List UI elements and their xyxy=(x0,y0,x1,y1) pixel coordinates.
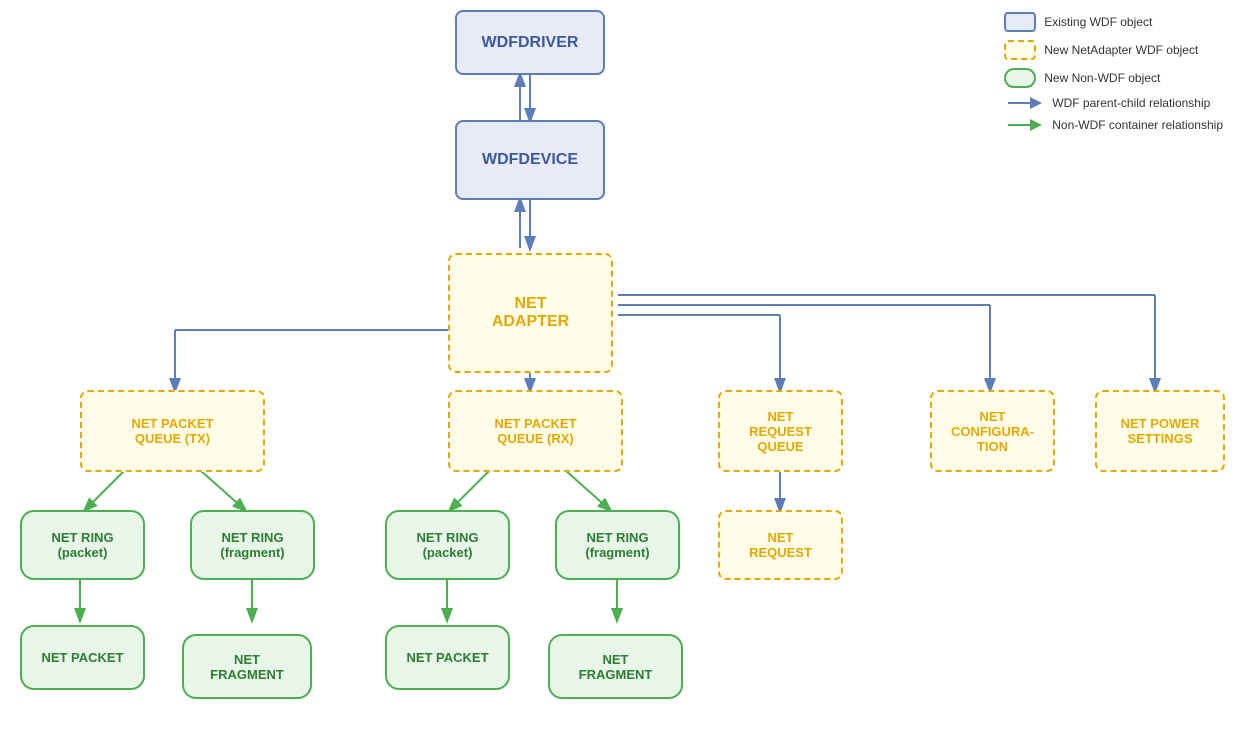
diagram-container: WDFDRIVER WDFDEVICE NET ADAPTER NET PACK… xyxy=(0,0,1243,739)
legend: Existing WDF object New NetAdapter WDF o… xyxy=(1004,12,1223,140)
node-wdfdriver: WDFDRIVER xyxy=(455,10,605,75)
node-net-ring-fragment-tx: NET RING (fragment) xyxy=(190,510,315,580)
legend-item-wdf: Existing WDF object xyxy=(1004,12,1223,32)
node-net-power-settings: NET POWER SETTINGS xyxy=(1095,390,1225,472)
node-net-packet-queue-tx: NET PACKET QUEUE (TX) xyxy=(80,390,265,472)
node-wdfdevice: WDFDEVICE xyxy=(455,120,605,200)
legend-label-nonwdf: New Non-WDF object xyxy=(1044,71,1160,85)
legend-item-arrow-wdf: WDF parent-child relationship xyxy=(1004,96,1223,110)
node-net-fragment-rx: NET FRAGMENT xyxy=(548,634,683,699)
node-net-request-queue: NET REQUEST QUEUE xyxy=(718,390,843,472)
legend-item-nonwdf: New Non-WDF object xyxy=(1004,68,1223,88)
node-net-fragment-tx: NET FRAGMENT xyxy=(182,634,312,699)
legend-label-netadapter: New NetAdapter WDF object xyxy=(1044,43,1198,57)
node-net-ring-fragment-rx: NET RING (fragment) xyxy=(555,510,680,580)
node-net-adapter: NET ADAPTER xyxy=(448,253,613,373)
legend-icon-netadapter xyxy=(1004,40,1036,60)
legend-item-netadapter: New NetAdapter WDF object xyxy=(1004,40,1223,60)
node-net-configuration: NET CONFIGURA- TION xyxy=(930,390,1055,472)
node-net-ring-packet-rx: NET RING (packet) xyxy=(385,510,510,580)
node-net-packet-queue-rx: NET PACKET QUEUE (RX) xyxy=(448,390,623,472)
legend-label-wdf: Existing WDF object xyxy=(1044,15,1152,29)
legend-icon-wdf xyxy=(1004,12,1036,32)
legend-icon-arrow-wdf xyxy=(1004,96,1044,110)
node-net-request: NET REQUEST xyxy=(718,510,843,580)
legend-label-arrow-wdf: WDF parent-child relationship xyxy=(1052,96,1210,110)
node-net-packet-tx: NET PACKET xyxy=(20,625,145,690)
legend-icon-arrow-nonwdf xyxy=(1004,118,1044,132)
legend-icon-nonwdf xyxy=(1004,68,1036,88)
legend-item-arrow-nonwdf: Non-WDF container relationship xyxy=(1004,118,1223,132)
node-net-ring-packet-tx: NET RING (packet) xyxy=(20,510,145,580)
legend-label-arrow-nonwdf: Non-WDF container relationship xyxy=(1052,118,1223,132)
node-net-packet-rx: NET PACKET xyxy=(385,625,510,690)
